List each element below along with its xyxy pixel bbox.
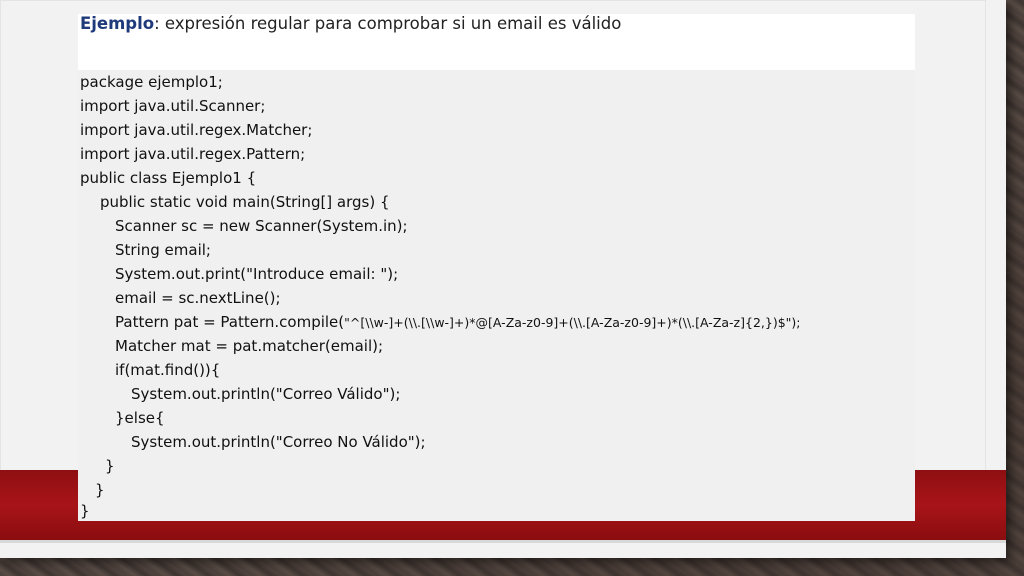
code-block: package ejemplo1; import java.util.Scann… <box>78 70 915 521</box>
content-panel: Ejemplo: expresión regular para comproba… <box>78 14 915 521</box>
code-line: import java.util.regex.Matcher; <box>80 121 313 139</box>
example-heading: Ejemplo: expresión regular para comproba… <box>80 14 621 33</box>
code-line: Matcher mat = pat.matcher(email); <box>115 337 384 355</box>
slide: Ejemplo: expresión regular para comproba… <box>0 0 1006 558</box>
code-line: public class Ejemplo1 { <box>80 169 257 187</box>
code-line: email = sc.nextLine(); <box>115 289 281 307</box>
code-line: if(mat.find()){ <box>115 361 221 379</box>
code-line: public static void main(String[] args) { <box>100 193 390 211</box>
heading-keyword: Ejemplo <box>80 14 155 33</box>
code-line: System.out.print("Introduce email: "); <box>115 265 399 283</box>
heading-text: : expresión regular para comprobar si un… <box>154 14 622 33</box>
band-divider <box>0 540 1006 543</box>
code-line-pattern: Pattern pat = Pattern.compile("^[\\w-]+(… <box>115 312 801 333</box>
code-line: package ejemplo1; <box>80 73 223 91</box>
code-line: import java.util.Scanner; <box>80 97 266 115</box>
regex-literal: "^[\\w-]+(\\.[\\w-]+)*@[A-Za-z0-9]+(\\.[… <box>344 315 801 330</box>
code-line: } <box>105 457 115 475</box>
code-line: Scanner sc = new Scanner(System.in); <box>115 217 408 235</box>
code-line: System.out.println("Correo Válido"); <box>131 385 401 403</box>
code-line: String email; <box>115 241 211 259</box>
code-line: import java.util.regex.Pattern; <box>80 145 306 163</box>
pattern-prefix: Pattern pat = Pattern.compile( <box>115 313 345 331</box>
code-line: } <box>95 481 105 499</box>
code-line: System.out.println("Correo No Válido"); <box>131 433 426 451</box>
code-line: } <box>80 502 90 520</box>
code-line: }else{ <box>115 409 165 427</box>
